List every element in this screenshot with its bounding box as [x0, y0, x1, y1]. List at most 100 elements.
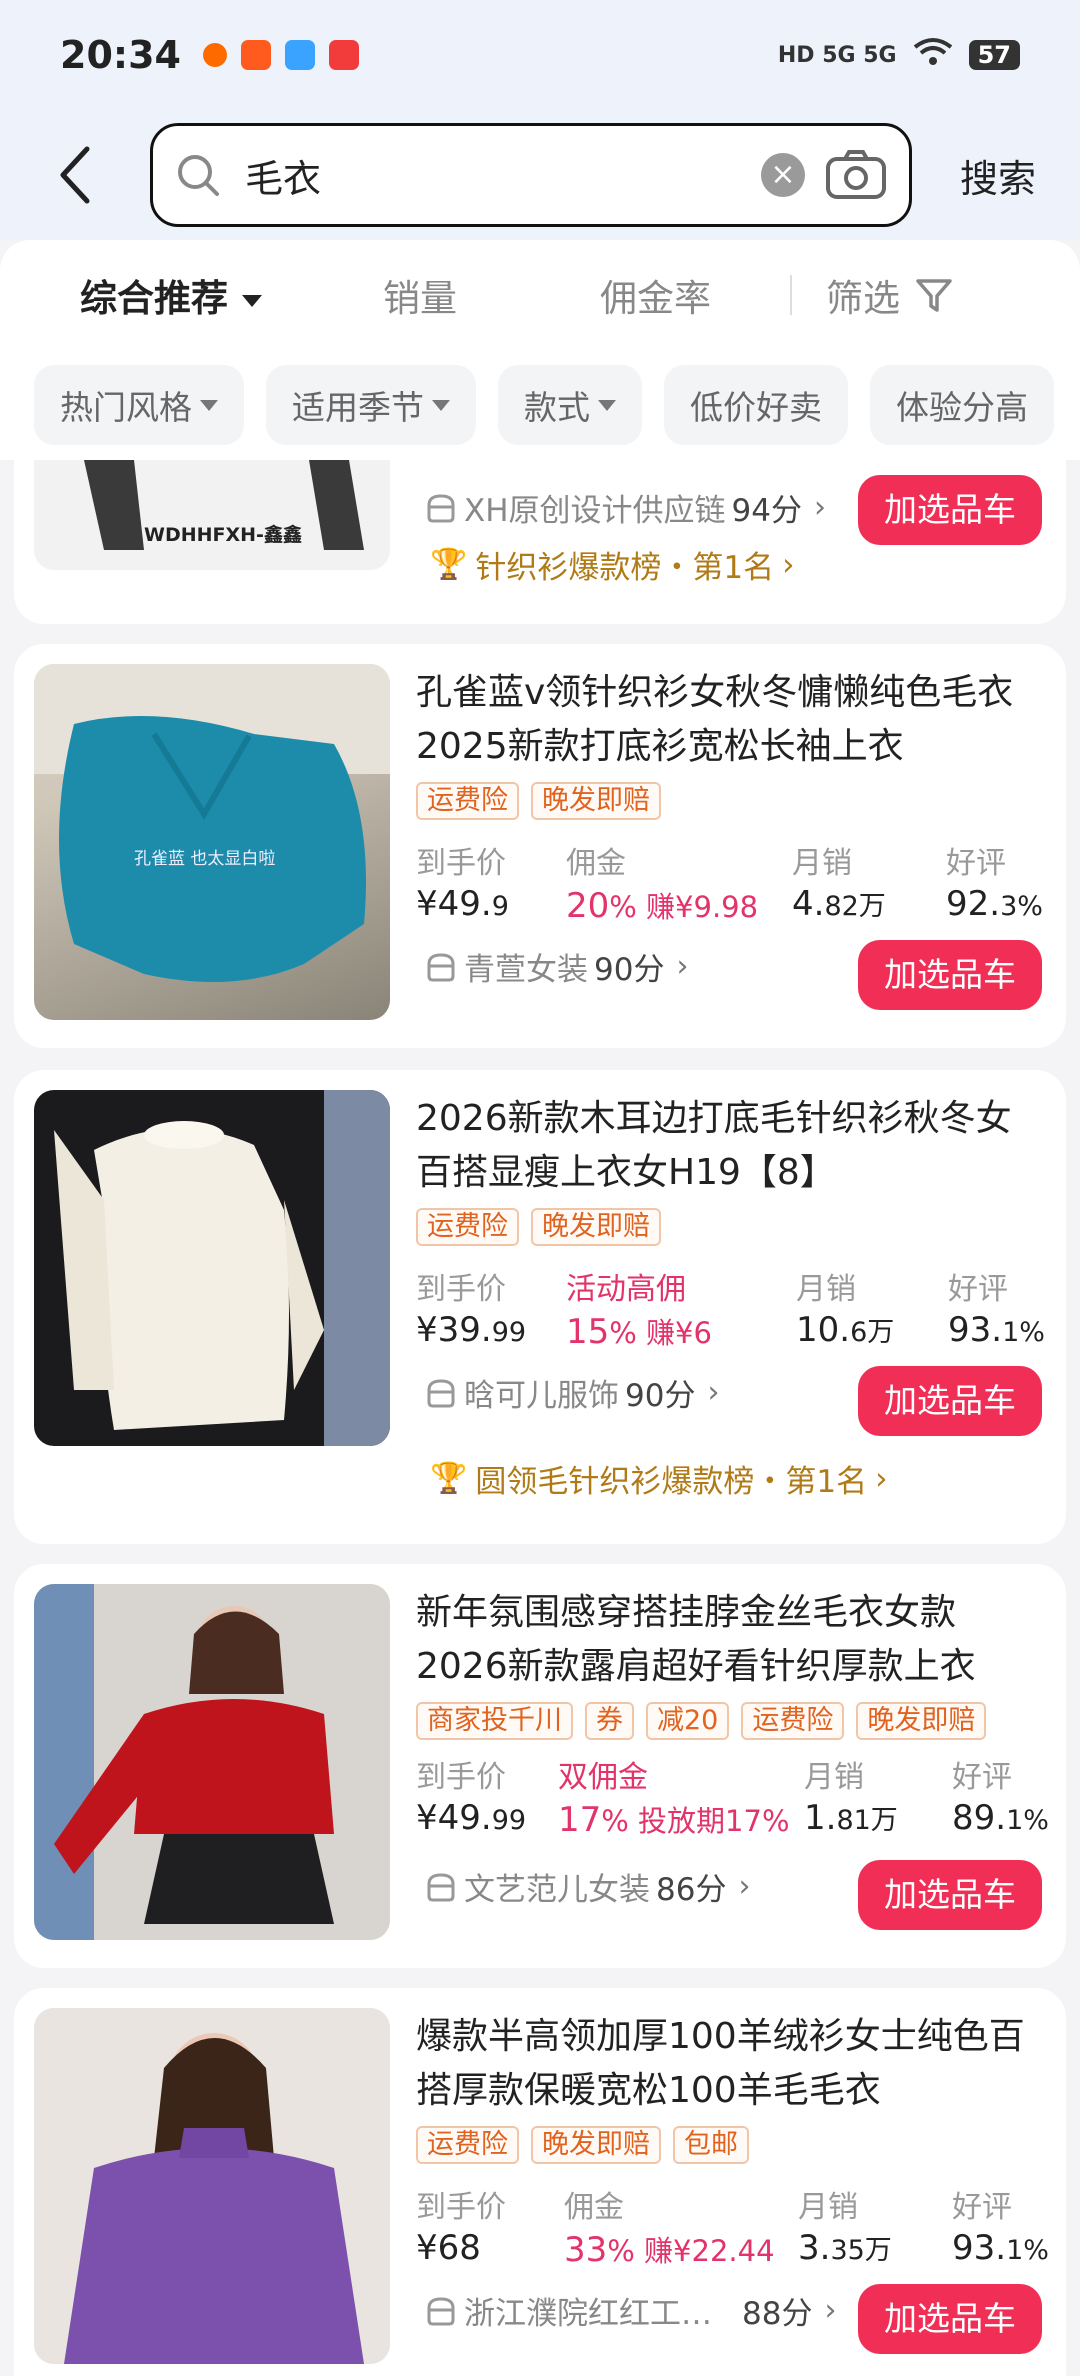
commission-value: 17% 投放期17% [558, 1800, 790, 1840]
shop-name: 浙江濮院红红工… [464, 2296, 712, 2332]
rating-col: 好评 93.1% [948, 1272, 1045, 1350]
search-button[interactable]: 搜索 [960, 148, 1036, 203]
tag: 商家投千川 [416, 1702, 573, 1740]
caret-down-icon [242, 294, 262, 307]
commission-col: 双佣金 17% 投放期17% [558, 1752, 804, 1840]
rank-badge[interactable]: 🏆 针织衫爆款榜・第1名 › [430, 542, 795, 587]
price-col: 到手价 ¥49.99 [416, 1752, 558, 1840]
commission-col: 活动高佣 15% 赚¥6 [566, 1264, 796, 1352]
product-info: 孔雀蓝v领针织衫女秋冬慵懒纯色毛衣2025新款打底衫宽松长袖上衣 运费险 晚发即… [416, 666, 1046, 926]
tag: 运费险 [741, 1702, 845, 1740]
tag: 晚发即赔 [531, 1208, 661, 1246]
commission-col: 佣金 20% 赚¥9.98 [566, 838, 792, 926]
shop-link[interactable]: 青萱女装 90分 › [424, 944, 688, 989]
tag: 减20 [646, 1702, 730, 1740]
sales-col: 月销 10.6万 [796, 1264, 948, 1352]
sort-commission-rate[interactable]: 佣金率 [600, 268, 790, 322]
shop-score: 86分 [656, 1872, 727, 1908]
tag: 晚发即赔 [531, 782, 661, 820]
product-title[interactable]: 孔雀蓝v领针织衫女秋冬慵懒纯色毛衣2025新款打底衫宽松长袖上衣 [416, 666, 1046, 774]
back-button[interactable] [0, 120, 150, 230]
shop-icon [427, 952, 455, 981]
clear-icon[interactable]: × [761, 153, 805, 197]
commission-value: 33% 赚¥22.44 [564, 2230, 775, 2270]
filter-button[interactable]: 筛选 [826, 268, 954, 322]
shop-link[interactable]: 文艺范儿女装 86分 › [424, 1864, 750, 1909]
product-info: 爆款半高领加厚100羊绒衫女士纯色百搭厚款保暖宽松100羊毛毛衣 运费险 晚发即… [416, 2010, 1049, 2270]
shop-name: XH原创设计供应链 [464, 493, 726, 529]
camera-icon[interactable] [825, 149, 887, 201]
rating-value: 89.1% [952, 1798, 1049, 1838]
price-col: 到手价 ¥39.99 [416, 1264, 566, 1352]
product-card[interactable]: 新年氛围感穿搭挂脖金丝毛衣女款2026新款露肩超好看针织厚款上衣 商家投千川 券… [14, 1564, 1066, 1968]
chip-hot-style[interactable]: 热门风格 [34, 365, 244, 445]
product-card[interactable]: WDHHFXH-鑫鑫 XH原创设计供应链 94分 › 加选品车 🏆 针织衫爆款榜… [14, 460, 1066, 624]
trophy-icon: 🏆 [430, 547, 468, 582]
price-value: ¥49.9 [416, 884, 509, 924]
divider [790, 275, 792, 315]
shop-link[interactable]: 晗可儿服饰 90分 › [424, 1370, 719, 1415]
chip-low-price[interactable]: 低价好卖 [664, 365, 848, 445]
stats-row: 到手价 ¥39.99 活动高佣 15% 赚¥6 月销 10.6万 好评 93.1… [416, 1264, 1046, 1352]
tag-list: 商家投千川 券 减20 运费险 晚发即赔 [416, 1702, 1049, 1740]
tag: 券 [585, 1702, 634, 1740]
rank-badge[interactable]: 🏆 圆领毛针织衫爆款榜・第1名 › [430, 1456, 888, 1501]
shop-icon [427, 1378, 455, 1407]
sort-sales[interactable]: 销量 [355, 268, 600, 322]
tag: 运费险 [416, 2126, 519, 2164]
product-image[interactable] [34, 1090, 390, 1446]
chip-style[interactable]: 款式 [498, 365, 642, 445]
stats-row: 到手价 ¥68 佣金 33% 赚¥22.44 月销 3.35万 好评 93.1% [416, 2182, 1049, 2270]
commission-col: 佣金 33% 赚¥22.44 [564, 2182, 798, 2270]
sales-value: 10.6万 [796, 1310, 895, 1350]
product-image[interactable] [34, 2008, 390, 2364]
price-value: ¥39.99 [416, 1310, 527, 1350]
app-notification-icon [284, 40, 315, 70]
tag: 运费险 [416, 782, 519, 820]
caret-down-icon [598, 399, 616, 411]
stats-row: 到手价 ¥49.9 佣金 20% 赚¥9.98 月销 4.82万 好评 92.3… [416, 838, 1046, 926]
shop-link[interactable]: 浙江濮院红红工… 88分 › [424, 2288, 836, 2333]
product-title[interactable]: 新年氛围感穿搭挂脖金丝毛衣女款2026新款露肩超好看针织厚款上衣 [416, 1586, 1046, 1694]
chip-high-score[interactable]: 体验分高 [870, 365, 1054, 445]
app-notification-icon [240, 40, 271, 70]
sales-col: 月销 3.35万 [798, 2182, 952, 2270]
commission-value: 20% 赚¥9.98 [566, 886, 759, 926]
add-to-cart-button[interactable]: 加选品车 [858, 1860, 1042, 1930]
product-card[interactable]: 2026新款木耳边打底毛针织衫秋冬女百搭显瘦上衣女H19【8】 运费险 晚发即赔… [14, 1070, 1066, 1544]
stats-row: 到手价 ¥49.99 双佣金 17% 投放期17% 月销 1.81万 好评 89… [416, 1752, 1049, 1840]
price-col: 到手价 ¥68 [416, 2182, 564, 2270]
app-notification-icon [202, 43, 227, 67]
chevron-right-icon: › [738, 1869, 751, 1904]
product-image[interactable]: 孔雀蓝 也太显白啦 [34, 664, 390, 1020]
product-title[interactable]: 2026新款木耳边打底毛针织衫秋冬女百搭显瘦上衣女H19【8】 [416, 1092, 1046, 1200]
tag: 包邮 [673, 2126, 749, 2164]
add-to-cart-button[interactable]: 加选品车 [858, 2284, 1042, 2354]
add-to-cart-button[interactable]: 加选品车 [858, 940, 1042, 1010]
tag: 运费险 [416, 1208, 519, 1246]
rating-value: 93.1% [948, 1310, 1045, 1350]
commission-value: 15% 赚¥6 [566, 1312, 712, 1352]
search-query: 毛衣 [245, 156, 322, 201]
chevron-right-icon: › [814, 490, 826, 525]
search-icon [178, 155, 219, 196]
product-card[interactable]: 孔雀蓝 也太显白啦 孔雀蓝v领针织衫女秋冬慵懒纯色毛衣2025新款打底衫宽松长袖… [14, 644, 1066, 1048]
filter-icon [916, 279, 952, 312]
shop-link[interactable]: XH原创设计供应链 94分 › [424, 485, 826, 530]
signal-icon: HD 5G 5G [777, 42, 897, 68]
product-image[interactable]: WDHHFXH-鑫鑫 [34, 460, 390, 570]
sales-value: 4.82万 [792, 884, 886, 924]
chip-season[interactable]: 适用季节 [266, 365, 476, 445]
shop-score: 90分 [594, 952, 665, 988]
product-card[interactable]: 爆款半高领加厚100羊绒衫女士纯色百搭厚款保暖宽松100羊毛毛衣 运费险 晚发即… [14, 1988, 1066, 2376]
product-image[interactable] [34, 1584, 390, 1940]
add-to-cart-button[interactable]: 加选品车 [858, 475, 1042, 545]
chevron-right-icon: › [824, 2293, 837, 2328]
search-input[interactable]: 毛衣 × [150, 123, 912, 227]
product-info: 2026新款木耳边打底毛针织衫秋冬女百搭显瘦上衣女H19【8】 运费险 晚发即赔… [416, 1092, 1046, 1352]
status-time: 20:34 [60, 33, 181, 77]
add-to-cart-button[interactable]: 加选品车 [858, 1366, 1042, 1436]
product-title[interactable]: 爆款半高领加厚100羊绒衫女士纯色百搭厚款保暖宽松100羊毛毛衣 [416, 2010, 1046, 2118]
tag: 晚发即赔 [856, 1702, 987, 1740]
sort-comprehensive[interactable]: 综合推荐 [80, 268, 355, 322]
